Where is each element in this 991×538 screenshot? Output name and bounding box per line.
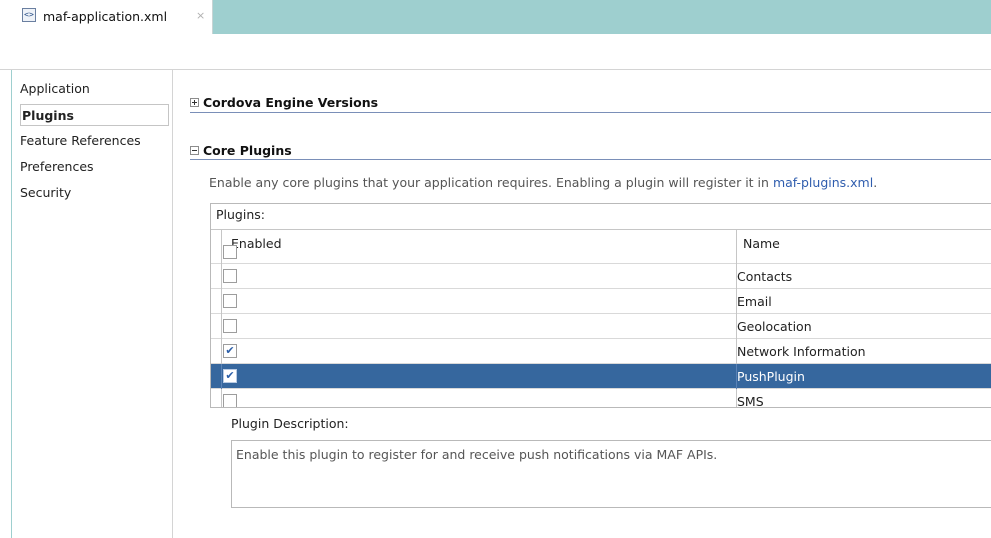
- section-header-cordova[interactable]: Cordova Engine Versions: [190, 93, 378, 111]
- check-icon: ✔: [225, 344, 235, 357]
- table-row-selected[interactable]: ✔ PushPlugin: [211, 364, 991, 389]
- enabled-checkbox[interactable]: [223, 394, 237, 407]
- plugin-description-text: Enable this plugin to register for and r…: [236, 447, 718, 462]
- nav-item-label: Preferences: [20, 159, 94, 174]
- close-icon[interactable]: ×: [196, 9, 205, 22]
- plugins-table: Plugins: Enabled Name Contacts Email Geo…: [210, 203, 991, 408]
- collapse-icon[interactable]: [190, 145, 199, 155]
- plugin-name: Email: [737, 294, 772, 309]
- maf-plugins-link[interactable]: maf-plugins.xml: [773, 175, 873, 190]
- table-row[interactable]: [211, 245, 991, 264]
- description-text: Enable any core plugins that your applic…: [209, 175, 773, 190]
- enabled-checkbox[interactable]: ✔: [223, 344, 237, 358]
- plugin-name: SMS: [737, 394, 764, 408]
- nav-item-label: Application: [20, 81, 90, 96]
- editor-tab-maf-application[interactable]: <> maf-application.xml ×: [0, 0, 213, 34]
- plugin-name: Contacts: [737, 269, 793, 284]
- column-divider: [221, 339, 222, 364]
- table-row[interactable]: Contacts: [211, 264, 991, 289]
- table-row[interactable]: SMS: [211, 389, 991, 408]
- check-icon: ✔: [225, 369, 235, 382]
- column-divider: [221, 264, 222, 289]
- enabled-checkbox[interactable]: ✔: [223, 369, 237, 383]
- table-row[interactable]: ✔ Network Information: [211, 339, 991, 364]
- nav-item-application[interactable]: Application: [20, 78, 90, 100]
- plugin-name: PushPlugin: [737, 369, 805, 384]
- enabled-checkbox[interactable]: [223, 319, 237, 333]
- column-divider: [221, 254, 222, 264]
- plugins-caption: Plugins:: [216, 207, 265, 222]
- plugin-name: Geolocation: [737, 319, 812, 334]
- column-divider: [221, 364, 222, 389]
- column-divider: [221, 389, 222, 407]
- plugin-description-label: Plugin Description:: [231, 416, 349, 431]
- plugin-description-field[interactable]: Enable this plugin to register for and r…: [231, 440, 991, 508]
- nav-item-label: Plugins: [22, 108, 74, 123]
- table-row[interactable]: Geolocation: [211, 314, 991, 339]
- nav-item-label: Feature References: [20, 133, 141, 148]
- section-rule-cordova: [190, 112, 991, 113]
- editor-toolbar-area: [0, 34, 991, 70]
- xml-file-icon: <>: [22, 8, 36, 22]
- table-row[interactable]: Email: [211, 289, 991, 314]
- nav-item-feature-references[interactable]: Feature References: [20, 130, 141, 152]
- nav-item-security[interactable]: Security: [20, 182, 71, 204]
- enabled-checkbox[interactable]: [223, 294, 237, 308]
- section-rule-core-plugins: [190, 159, 991, 160]
- navigator-divider: [172, 70, 173, 538]
- nav-item-plugins[interactable]: Plugins: [20, 104, 169, 126]
- expand-icon[interactable]: [190, 97, 199, 107]
- column-divider: [221, 289, 222, 314]
- core-plugins-description: Enable any core plugins that your applic…: [209, 175, 877, 190]
- section-title-cordova: Cordova Engine Versions: [203, 94, 379, 110]
- plugin-name: Network Information: [737, 344, 866, 359]
- column-divider: [221, 314, 222, 339]
- nav-item-preferences[interactable]: Preferences: [20, 156, 94, 178]
- description-suffix: .: [873, 175, 878, 190]
- nav-item-label: Security: [20, 185, 72, 200]
- section-title-core-plugins: Core Plugins: [203, 142, 292, 158]
- column-divider: [736, 254, 737, 264]
- section-header-core-plugins[interactable]: Core Plugins: [190, 141, 292, 159]
- enabled-checkbox[interactable]: [223, 269, 237, 283]
- editor-tab-label: maf-application.xml: [43, 9, 168, 24]
- enabled-checkbox[interactable]: [223, 245, 237, 259]
